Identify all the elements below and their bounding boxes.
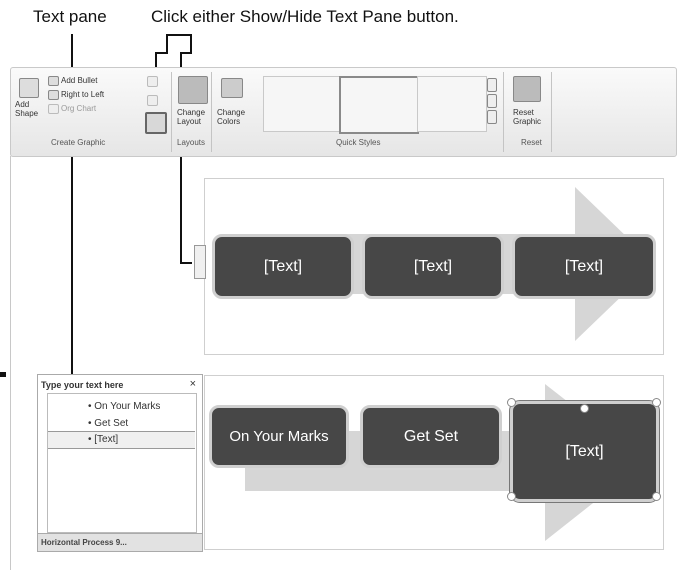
- bracket-line: [166, 34, 168, 54]
- more-styles-icon[interactable]: [487, 110, 497, 124]
- bracket-line: [180, 262, 192, 264]
- text-pane[interactable]: Type your text here × • On Your Marks • …: [37, 374, 203, 552]
- text-pane-footer[interactable]: Horizontal Process 9...: [38, 533, 202, 551]
- change-colors-button[interactable]: Change Colors: [217, 108, 245, 126]
- quick-style-1[interactable]: [263, 76, 341, 132]
- reset-label: Reset: [521, 138, 542, 147]
- process-box[interactable]: [Text]: [362, 234, 504, 299]
- change-layout-icon[interactable]: [178, 76, 208, 104]
- text-pane-callout: Text pane: [33, 7, 107, 26]
- bracket-line: [166, 34, 192, 36]
- rotation-handle[interactable]: [580, 404, 589, 413]
- quick-style-2[interactable]: [339, 76, 419, 134]
- create-graphic-label: Create Graphic: [51, 138, 106, 147]
- change-colors-icon[interactable]: [221, 78, 243, 98]
- add-shape-button[interactable]: Add Shape: [15, 100, 38, 118]
- text-pane-toggle-icon[interactable]: [145, 112, 167, 134]
- process-box[interactable]: [Text]: [212, 234, 354, 299]
- resize-handle[interactable]: [507, 398, 516, 407]
- resize-handle[interactable]: [652, 492, 661, 501]
- demote-icon[interactable]: [147, 95, 158, 106]
- text-pane-item[interactable]: • Get Set: [88, 418, 128, 429]
- scroll-down-icon[interactable]: [487, 94, 497, 108]
- right-to-left-button[interactable]: Right to Left: [61, 90, 104, 99]
- text-pane-list: [47, 393, 197, 533]
- text-pane-item[interactable]: • On Your Marks: [88, 401, 160, 412]
- smartart-diagram-bottom[interactable]: On Your Marks Get Set [Text]: [204, 375, 664, 550]
- layouts-label: Layouts: [177, 138, 206, 147]
- add-shape-icon[interactable]: [19, 78, 39, 98]
- quick-style-3[interactable]: [417, 76, 487, 132]
- process-box-selected[interactable]: [Text]: [509, 400, 660, 503]
- add-bullet-button[interactable]: Add Bullet: [61, 76, 97, 85]
- show-hide-callout: Click either Show/Hide Text Pane button.: [151, 7, 459, 26]
- promote-icon[interactable]: [147, 76, 158, 87]
- add-bullet-icon: [48, 76, 59, 86]
- reset-graphic-button[interactable]: Reset Graphic: [513, 108, 541, 126]
- change-layout-button[interactable]: Change Layout: [177, 108, 205, 126]
- view-marker: [0, 372, 6, 377]
- process-box[interactable]: [Text]: [512, 234, 656, 299]
- text-pane-title: Type your text here: [41, 380, 124, 390]
- org-chart-button[interactable]: Org Chart: [61, 104, 96, 113]
- quick-styles-label: Quick Styles: [336, 138, 381, 147]
- smartart-diagram-top[interactable]: [Text] [Text] [Text]: [194, 178, 664, 355]
- text-pane-row-highlight: [48, 431, 195, 449]
- text-pane-tab[interactable]: [194, 245, 206, 279]
- resize-handle[interactable]: [507, 492, 516, 501]
- process-box[interactable]: Get Set: [360, 405, 502, 468]
- resize-handle[interactable]: [652, 398, 661, 407]
- reset-graphic-icon[interactable]: [513, 76, 541, 102]
- org-chart-icon: [48, 104, 59, 114]
- work-area-border: [10, 156, 11, 570]
- close-icon[interactable]: ×: [190, 378, 196, 390]
- text-pane-item[interactable]: • [Text]: [88, 434, 118, 445]
- process-box[interactable]: On Your Marks: [209, 405, 349, 468]
- ribbon: Add Shape Add Bullet Right to Left Org C…: [10, 67, 677, 157]
- right-to-left-icon: [48, 90, 59, 100]
- bracket-line: [190, 34, 192, 54]
- scroll-up-icon[interactable]: [487, 78, 497, 92]
